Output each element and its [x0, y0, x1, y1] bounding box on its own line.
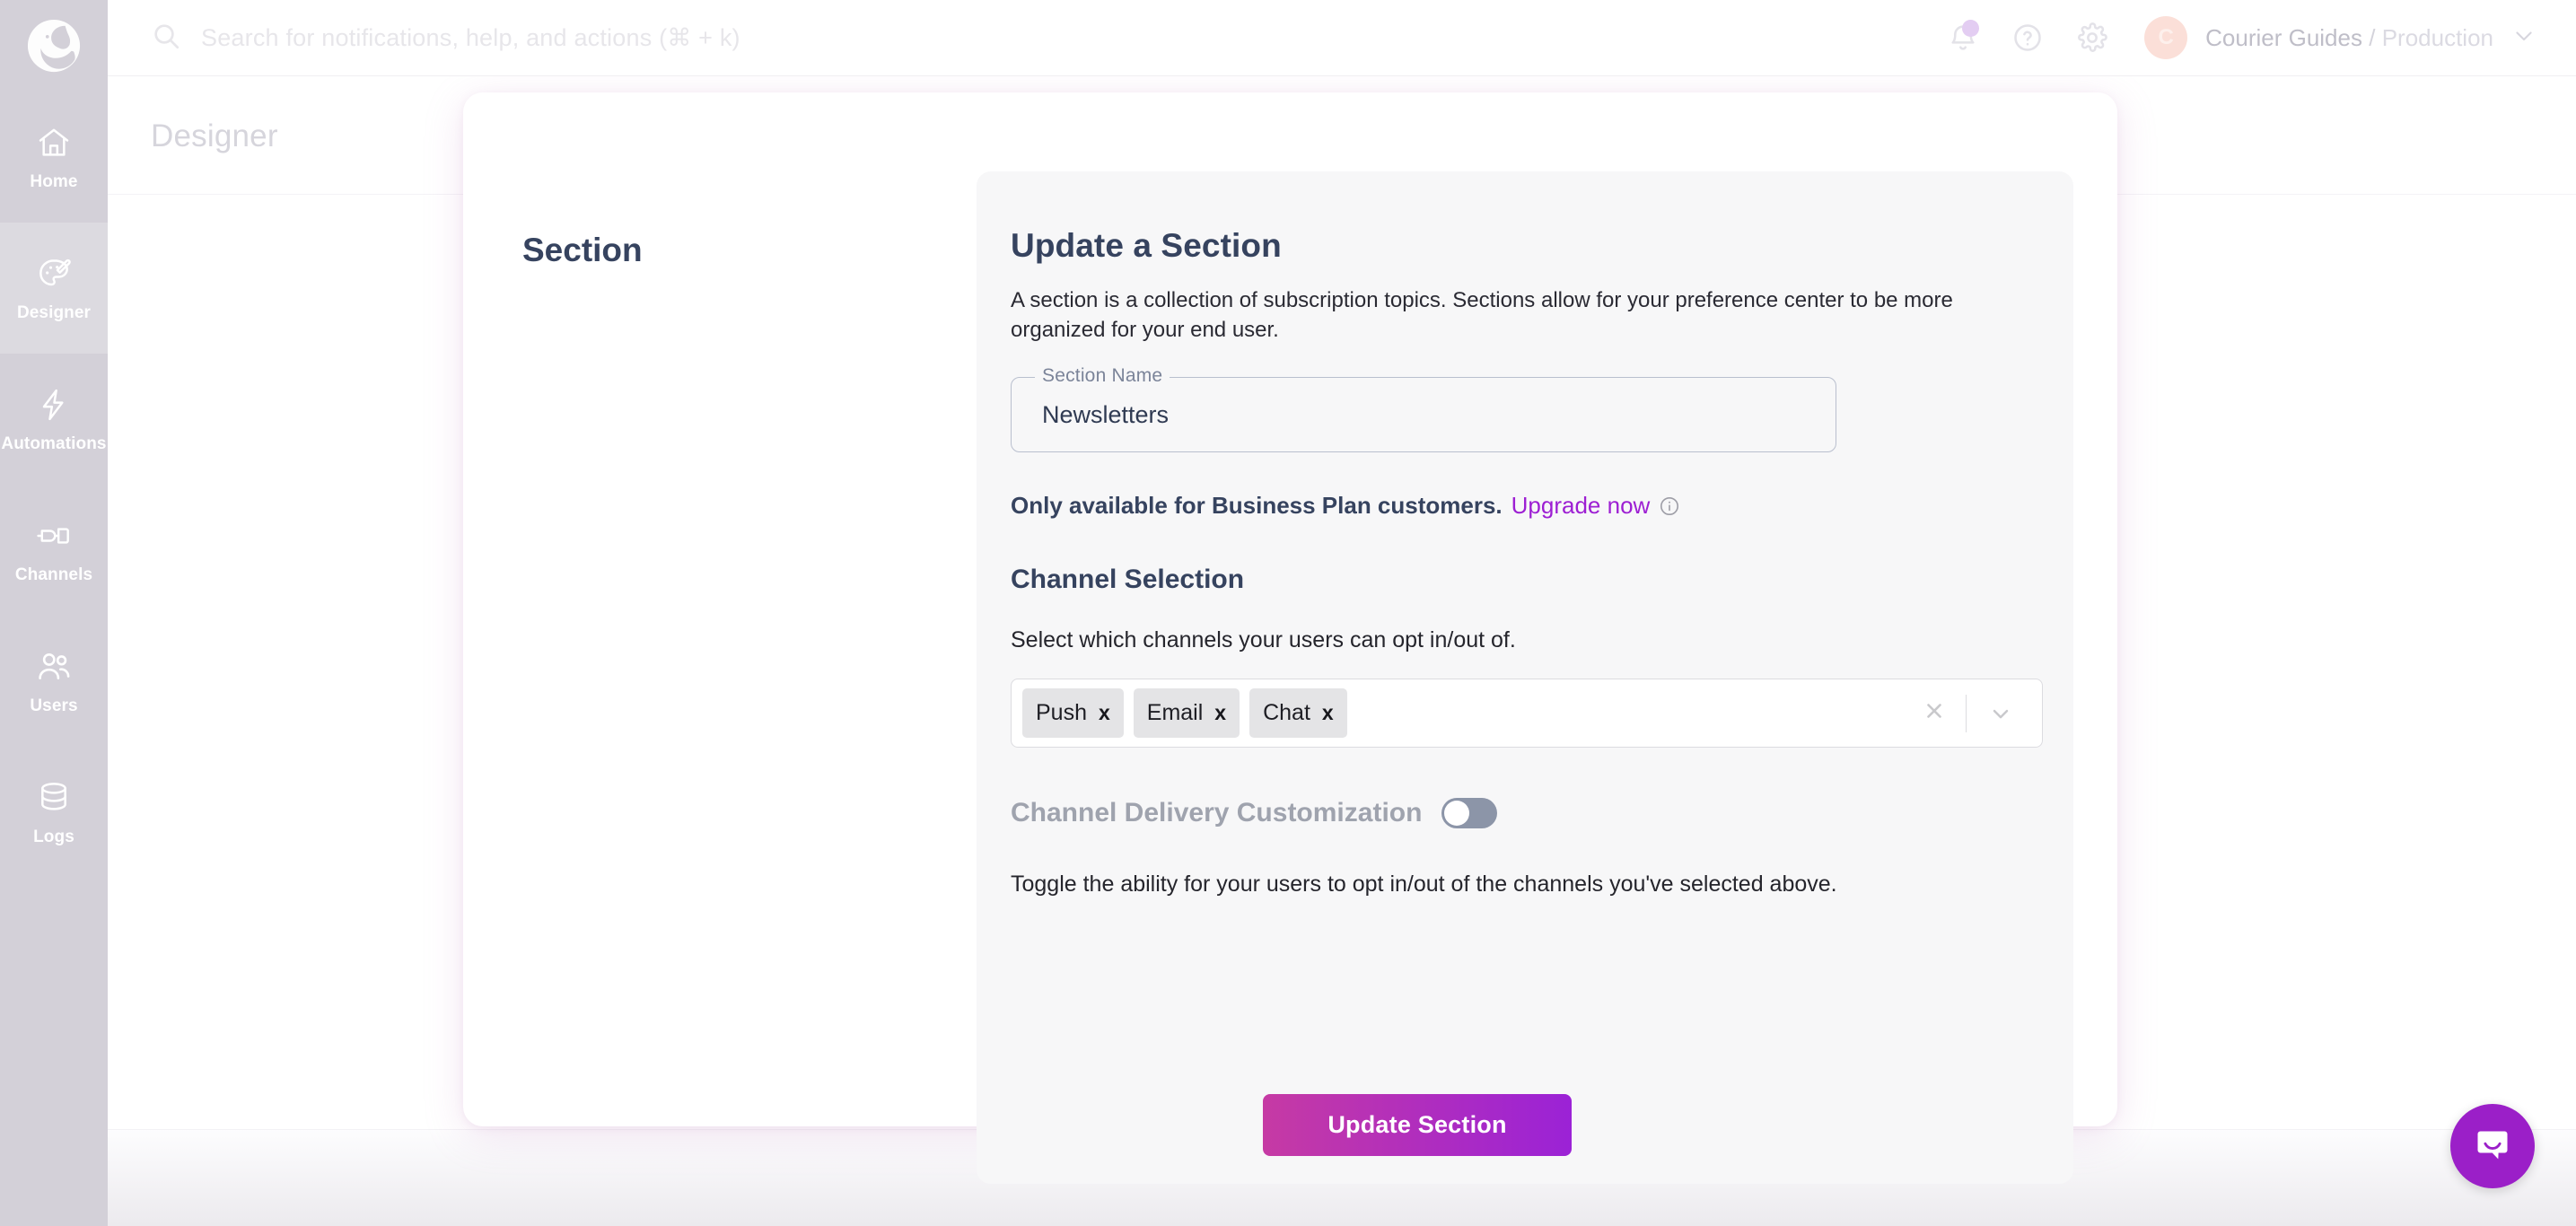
channel-delivery-description: Toggle the ability for your users to opt… — [1011, 871, 1837, 898]
sidebar-item-logs[interactable]: Logs — [0, 747, 108, 878]
toggle-knob — [1444, 801, 1470, 827]
sidebar-item-label: Logs — [33, 828, 74, 846]
sidebar-item-label: Users — [30, 696, 78, 715]
chevron-down-icon — [2511, 23, 2537, 53]
channel-chip-label: Push — [1036, 700, 1087, 726]
update-section-button[interactable]: Update Section — [1263, 1094, 1572, 1156]
sidebar-item-home[interactable]: Home — [0, 92, 108, 223]
close-icon[interactable]: x — [1322, 703, 1334, 723]
plug-icon — [33, 515, 74, 556]
sidebar-item-label: Designer — [16, 303, 92, 322]
chat-launcher-button[interactable] — [2450, 1104, 2535, 1188]
database-icon — [33, 777, 74, 819]
courier-logo-icon — [27, 19, 81, 73]
section-name-value: Newsletters — [1042, 400, 1170, 428]
panel-title: Update a Section — [1011, 227, 1282, 264]
channel-delivery-toggle[interactable] — [1441, 798, 1498, 829]
gear-icon — [2078, 22, 2107, 52]
sidebar-item-users[interactable]: Users — [0, 616, 108, 747]
sidebar: Home Designer Automations Channels Users… — [0, 0, 108, 1226]
panel-description: A section is a collection of subscriptio… — [1011, 288, 1953, 343]
chevron-down-icon[interactable] — [1967, 701, 2033, 726]
notification-badge — [1962, 20, 1980, 37]
lightning-icon — [33, 384, 74, 425]
sidebar-item-label: Channels — [14, 565, 93, 584]
sidebar-item-label: Home — [30, 172, 78, 191]
clear-x-icon[interactable] — [1903, 699, 1966, 728]
channel-chip[interactable]: Push x — [1022, 688, 1124, 739]
update-section-modal: Section Learn more about preference sect… — [463, 92, 2117, 1184]
help-button[interactable] — [1995, 5, 2060, 70]
search-icon — [151, 21, 181, 56]
users-icon — [33, 646, 74, 687]
channel-multiselect[interactable]: Push x Email x Chat x — [1011, 679, 2043, 749]
home-icon — [33, 122, 74, 163]
account-separator: / — [2369, 23, 2376, 51]
channel-delivery-label: Channel Delivery Customization — [1011, 798, 1423, 828]
question-circle-icon — [2014, 24, 2041, 51]
sidebar-item-designer[interactable]: Designer — [0, 223, 108, 354]
account-org: Courier Guides — [2205, 23, 2362, 51]
info-circle-icon[interactable] — [1659, 495, 1680, 517]
topbar-actions: C Courier Guides / Production — [1931, 5, 2537, 70]
search-placeholder: Search for notifications, help, and acti… — [201, 23, 740, 51]
avatar: C — [2144, 16, 2188, 59]
upgrade-now-link[interactable]: Upgrade now — [1511, 492, 1651, 520]
top-bar: Search for notifications, help, and acti… — [108, 0, 2576, 76]
channel-chip-label: Chat — [1263, 700, 1310, 726]
settings-button[interactable] — [2060, 5, 2125, 70]
channel-chip-label: Email — [1146, 700, 1204, 726]
update-section-panel: Update a Section A section is a collecti… — [977, 171, 2073, 1184]
modal-left-heading: Section — [522, 232, 643, 268]
channel-delivery-row: Channel Delivery Customization — [1011, 798, 2043, 829]
channel-chip[interactable]: Email x — [1133, 688, 1240, 739]
channel-selection-title: Channel Selection — [1011, 565, 1245, 595]
channel-chips: Push x Email x Chat x — [1022, 688, 1903, 739]
close-icon[interactable]: x — [1214, 703, 1226, 723]
account-environment: Production — [2381, 23, 2493, 51]
courier-logo[interactable] — [0, 0, 108, 92]
channel-chip[interactable]: Chat x — [1249, 688, 1347, 739]
sidebar-item-channels[interactable]: Channels — [0, 485, 108, 616]
close-icon[interactable]: x — [1099, 703, 1110, 723]
sidebar-item-automations[interactable]: Automations — [0, 354, 108, 485]
account-switcher[interactable]: C Courier Guides / Production — [2144, 16, 2537, 59]
section-name-field[interactable]: Section Name Newsletters — [1011, 365, 1836, 453]
channel-selection-description: Select which channels your users can opt… — [1011, 627, 1516, 653]
plan-notice-text: Only available for Business Plan custome… — [1011, 492, 1503, 520]
chat-bubble-icon — [2477, 1131, 2508, 1160]
plan-notice: Only available for Business Plan custome… — [1011, 492, 2043, 520]
sidebar-item-label: Automations — [1, 434, 107, 453]
page-title: Designer — [151, 118, 278, 153]
notifications-button[interactable] — [1931, 5, 1995, 70]
account-label: Courier Guides / Production — [2205, 24, 2493, 52]
palette-icon — [33, 253, 74, 294]
search-input[interactable]: Search for notifications, help, and acti… — [151, 21, 1931, 56]
